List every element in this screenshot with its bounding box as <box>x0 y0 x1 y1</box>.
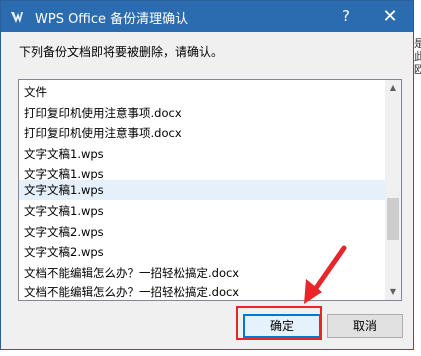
help-button[interactable]: ? <box>331 1 361 32</box>
annotation-highlight-box <box>236 306 322 340</box>
vertical-scrollbar[interactable]: ▲ ▼ <box>385 80 401 300</box>
confirm-message: 下列备份文档即将要被删除，请确认。 <box>19 45 224 59</box>
list-header: 文件 <box>24 85 47 99</box>
list-item[interactable]: 文档不能编辑怎么办？一招轻松搞定.docx <box>19 282 385 300</box>
background-text: 欧 <box>414 63 421 76</box>
title-bar[interactable]: WPS Office 备份清理确认 ? ✕ <box>1 1 413 32</box>
list-item[interactable]: 打印复印机使用注意事项.docx <box>19 103 385 123</box>
list-item[interactable]: 文字文稿2.wps <box>19 222 385 242</box>
list-item[interactable]: 文档不能编辑怎么办？一招轻松搞定.docx <box>19 263 385 283</box>
scroll-thumb[interactable] <box>387 198 399 240</box>
backup-cleanup-dialog: WPS Office 备份清理确认 ? ✕ 下列备份文档即将要被删除，请确认。 … <box>0 0 414 350</box>
scroll-up-arrow-icon[interactable]: ▲ <box>385 80 401 96</box>
list-item[interactable]: 打印复印机使用注意事项.docx <box>19 123 385 143</box>
backup-file-list[interactable]: 文件 打印复印机使用注意事项.docx 打印复印机使用注意事项.docx 文字文… <box>18 79 402 301</box>
cancel-button[interactable]: 取消 <box>327 314 403 338</box>
window-title: WPS Office 备份清理确认 <box>35 12 189 27</box>
list-item-selected[interactable]: 文字文稿1.wps <box>19 180 385 200</box>
close-button[interactable]: ✕ <box>367 1 413 32</box>
list-item[interactable]: 文字文稿1.wps <box>19 144 385 164</box>
scroll-down-arrow-icon[interactable]: ▼ <box>385 284 401 300</box>
list-item[interactable]: 文字文稿1.wps <box>19 201 385 221</box>
list-item[interactable]: 文字文稿2.wps <box>19 242 385 262</box>
wps-app-icon <box>9 9 25 25</box>
